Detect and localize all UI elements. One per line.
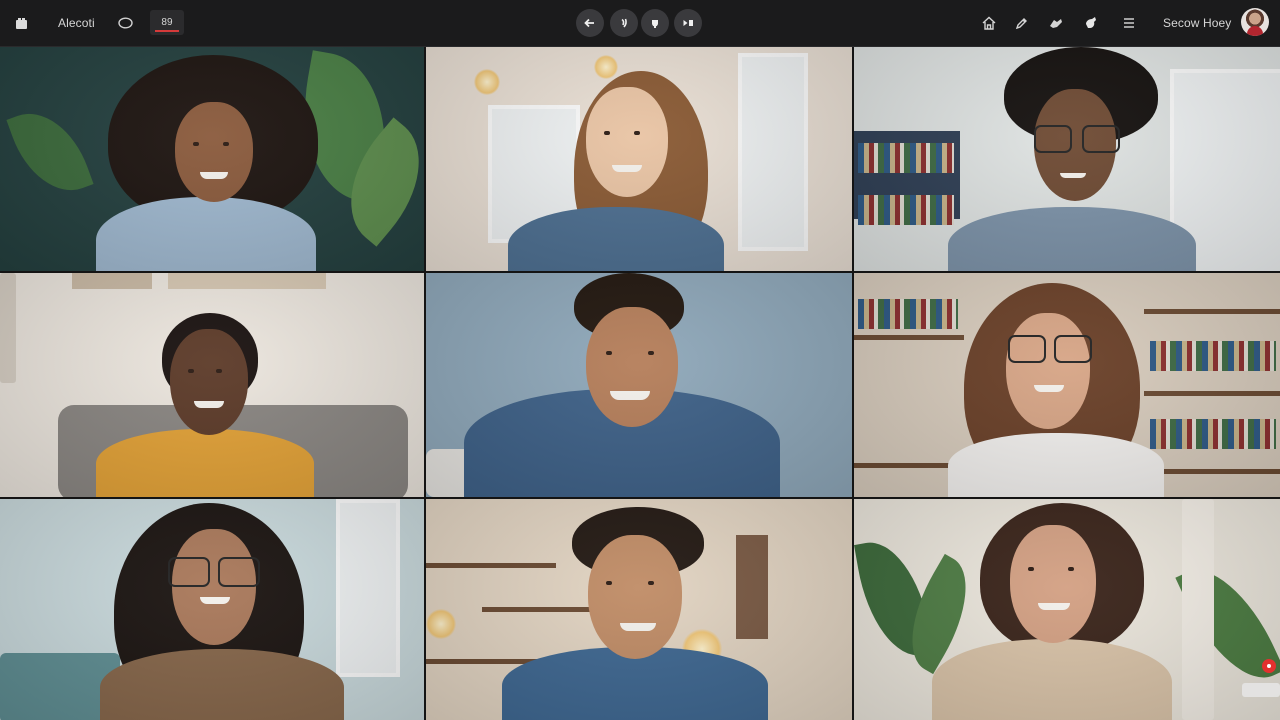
camera-button[interactable] — [641, 9, 669, 37]
mic-button[interactable] — [610, 9, 638, 37]
home-button[interactable] — [980, 0, 998, 46]
menu-button[interactable] — [1120, 0, 1138, 46]
notification-badge-icon[interactable] — [1262, 659, 1276, 673]
participant-tile-1[interactable] — [0, 47, 424, 271]
chat-icon[interactable] — [116, 0, 134, 46]
raise-hand-button[interactable] — [1082, 0, 1100, 46]
hand-icon — [1086, 17, 1096, 28]
home-icon — [982, 16, 996, 30]
menu-icon — [1124, 18, 1134, 28]
pen-button[interactable] — [1012, 0, 1030, 46]
recording-bar — [155, 30, 179, 32]
participant-tile-7[interactable] — [0, 499, 424, 720]
participant-tile-3[interactable] — [854, 47, 1280, 271]
share-icon — [683, 20, 693, 26]
reaction-icon — [1050, 18, 1062, 28]
share-screen-button[interactable] — [674, 9, 702, 37]
camera-icon — [652, 20, 658, 28]
participant-tile-5[interactable] — [426, 273, 852, 497]
mic-icon — [621, 18, 627, 28]
pen-icon — [1015, 17, 1027, 29]
app-logo-icon[interactable] — [12, 0, 30, 46]
video-grid — [0, 47, 1280, 720]
back-button[interactable] — [576, 9, 604, 37]
recording-indicator[interactable]: 89 — [150, 10, 184, 35]
meeting-title: Alecoti — [58, 16, 95, 30]
side-panel-tab[interactable] — [1242, 683, 1280, 697]
back-icon — [584, 18, 594, 28]
participant-tile-8[interactable] — [426, 499, 852, 720]
recording-label: 89 — [161, 17, 173, 28]
participant-tile-6[interactable] — [854, 273, 1280, 497]
participant-tile-4[interactable] — [0, 273, 424, 497]
participant-tile-9[interactable] — [854, 499, 1280, 720]
top-toolbar: Alecoti 89 Secow Hoey — [0, 0, 1280, 47]
reactions-button[interactable] — [1047, 0, 1065, 46]
user-name: Secow Hoey — [1163, 16, 1232, 30]
participant-tile-2[interactable] — [426, 47, 852, 271]
user-avatar[interactable] — [1241, 8, 1269, 36]
